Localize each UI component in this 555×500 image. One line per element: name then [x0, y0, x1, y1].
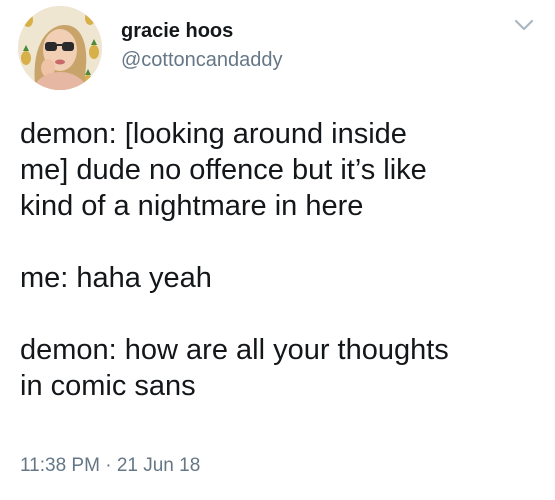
- tweet-paragraph: me: haha yeah: [20, 262, 212, 294]
- tweet-time: 11:38 PM: [20, 455, 100, 476]
- tweet-date: 21 Jun 18: [116, 455, 201, 476]
- tweet-text: demon: [looking around inside me] dude n…: [20, 116, 540, 404]
- tweet-card: gracie hoos @cottoncandaddy demon: [look…: [0, 0, 555, 500]
- tweet-timestamp[interactable]: 11:38 PM · 21 Jun 18: [20, 454, 200, 478]
- timestamp-separator: ·: [105, 455, 112, 476]
- tweet-paragraph: demon: how are all your thoughts in comi…: [20, 334, 449, 402]
- chevron-down-icon[interactable]: [514, 18, 534, 32]
- user-handle[interactable]: @cottoncandaddy: [121, 47, 283, 73]
- avatar[interactable]: [18, 6, 102, 90]
- display-name[interactable]: gracie hoos: [121, 18, 233, 44]
- tweet-paragraph: demon: [looking around inside me] dude n…: [20, 118, 427, 222]
- avatar-image: [18, 6, 102, 90]
